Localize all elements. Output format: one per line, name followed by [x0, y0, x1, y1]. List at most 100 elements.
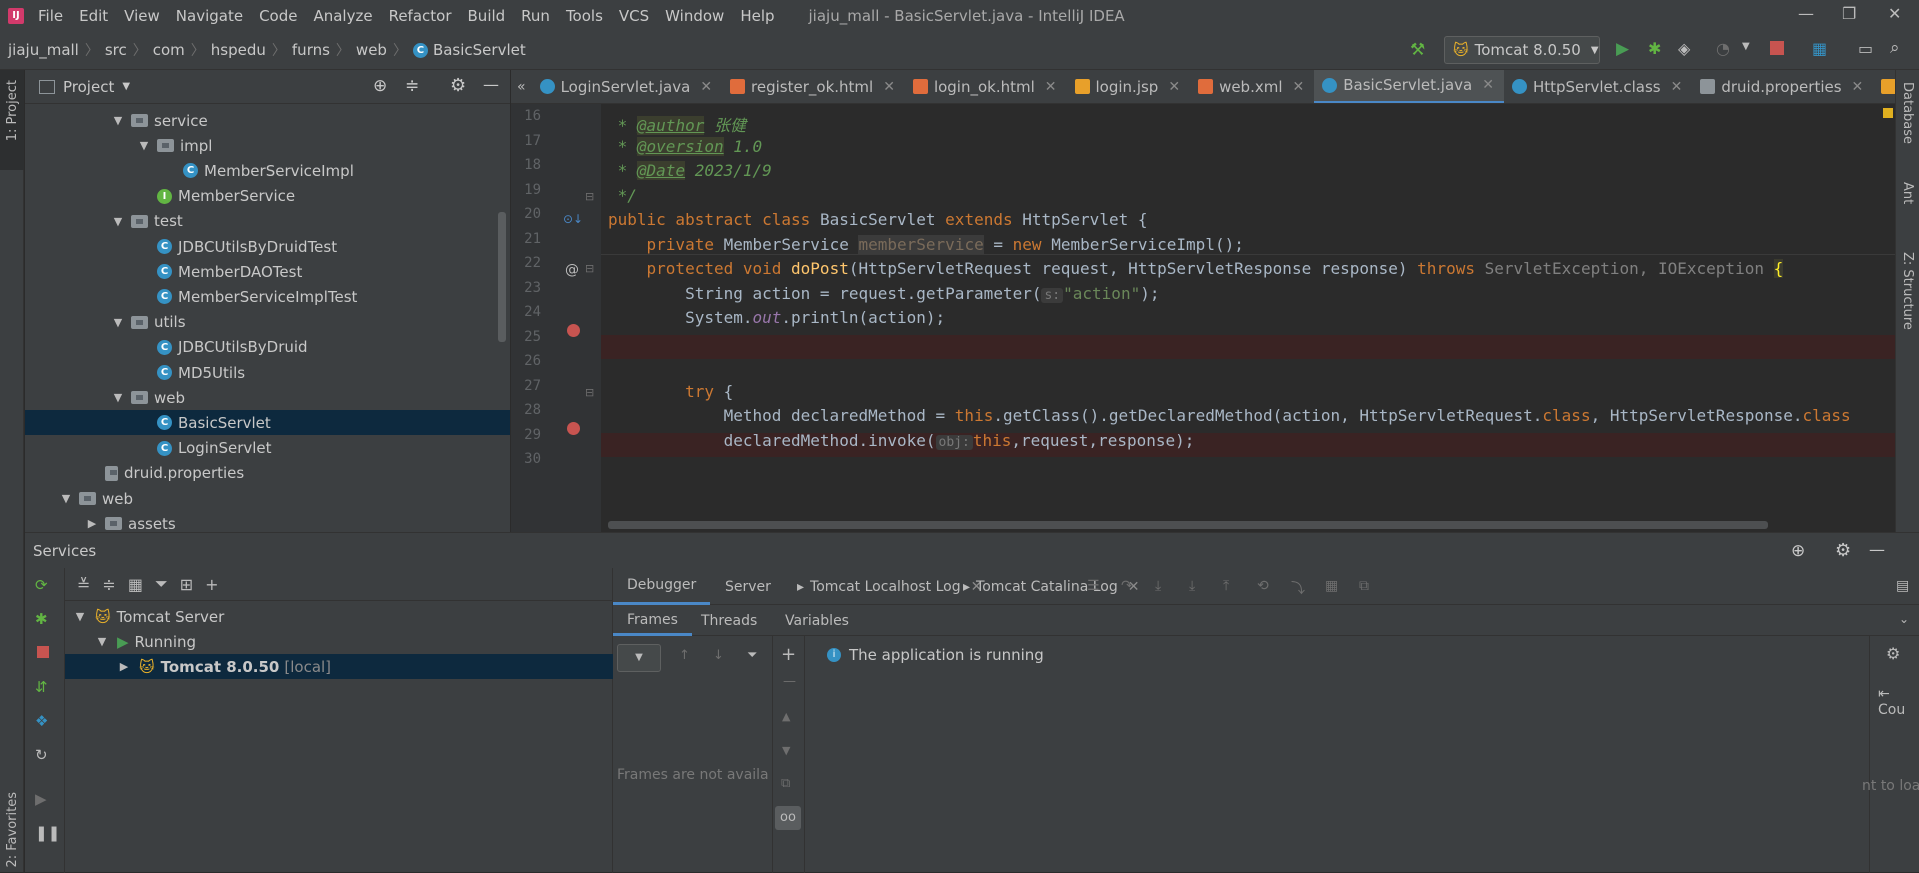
breadcrumb-item[interactable]: web	[356, 41, 387, 59]
close-tab-icon[interactable]: ✕	[1671, 79, 1683, 95]
layout-settings-icon[interactable]: ▤	[1896, 578, 1909, 594]
collapse-all-icon[interactable]: ≑	[405, 76, 419, 96]
menu-file[interactable]: File	[30, 7, 71, 25]
tree-item[interactable]: C JDBCUtilsByDruid	[25, 335, 510, 360]
down-icon[interactable]: ↓	[713, 648, 724, 663]
remove-watch-icon[interactable]: —	[783, 674, 796, 689]
artifact-icon[interactable]: ❖	[35, 712, 48, 730]
build-hammer-icon[interactable]: ⚒	[1410, 40, 1425, 60]
menu-tools[interactable]: Tools	[558, 7, 611, 25]
editor-tab[interactable]: register_ok.html ✕	[722, 70, 905, 103]
hide-icon[interactable]: —	[483, 75, 499, 94]
close-tab-icon[interactable]: ✕	[700, 79, 712, 95]
editor-tab[interactable]: HttpServlet.class ✕	[1504, 70, 1692, 103]
force-step-into-icon[interactable]: ⤓	[1189, 578, 1195, 594]
editor-tab[interactable]: druid.properties ✕	[1692, 70, 1873, 103]
tree-item[interactable]: C BasicServlet	[25, 410, 510, 436]
tree-item[interactable]: C MemberDAOTest	[25, 259, 510, 284]
close-icon[interactable]: ✕	[1888, 4, 1901, 23]
favorites-tool-button[interactable]: 2: Favorites	[5, 792, 20, 868]
menu-icon[interactable]: ☰	[1087, 578, 1100, 594]
breadcrumb-item[interactable]: jiaju_mall	[0, 41, 79, 59]
breadcrumb-item[interactable]: hspedu	[211, 41, 266, 59]
menu-window[interactable]: Window	[657, 7, 732, 25]
drop-frame-icon[interactable]: ⟲	[1257, 578, 1269, 594]
database-tool-button[interactable]: Database	[1900, 82, 1915, 144]
tabs-scroll-icon[interactable]: «	[511, 79, 532, 95]
group-icon[interactable]: ▦	[128, 575, 143, 594]
thread-select[interactable]: ▼	[617, 644, 661, 672]
tree-item[interactable]: ▼ service	[25, 108, 510, 133]
editor-tab[interactable]: BasicServlet.java ✕	[1314, 70, 1504, 103]
run-config-select[interactable]: 🐱 Tomcat 8.0.50 ▼	[1444, 36, 1600, 64]
tree-item[interactable]: druid.properties	[25, 461, 510, 486]
close-tab-icon[interactable]: ✕	[883, 79, 895, 95]
tree-item[interactable]: C LoginServlet	[25, 436, 510, 461]
move-up-icon[interactable]: ▲	[782, 710, 790, 723]
tree-item[interactable]: I MemberService	[25, 184, 510, 209]
menu-edit[interactable]: Edit	[71, 7, 116, 25]
ant-tool-button[interactable]: Ant	[1900, 182, 1915, 204]
gear-icon[interactable]: ⚙	[1835, 540, 1851, 561]
chevron-down-icon[interactable]: ▼	[122, 81, 130, 92]
chevron-down-icon[interactable]: ▼	[111, 391, 125, 404]
layout-icon[interactable]: ▭	[1858, 39, 1873, 58]
tree-item[interactable]: C MemberServiceImpl	[25, 158, 510, 183]
minimize-icon[interactable]: —	[1798, 4, 1814, 23]
chevron-down-icon[interactable]: ▼	[111, 316, 125, 329]
chevron-down-icon[interactable]: ▼	[95, 635, 109, 648]
code-area[interactable]: * @author 张健 * @oversion 1.0 * @Date 202…	[511, 104, 1895, 532]
tree-item[interactable]: ▼ test	[25, 209, 510, 234]
editor-tab[interactable]: login.jsp ✕	[1067, 70, 1191, 103]
menu-code[interactable]: Code	[251, 7, 305, 25]
chevron-down-icon[interactable]: ▼	[111, 114, 125, 127]
chevron-down-icon[interactable]: ▼	[59, 492, 73, 505]
close-tab-icon[interactable]: ✕	[1045, 79, 1057, 95]
profile-icon[interactable]: ◔	[1716, 39, 1730, 58]
threads-tab[interactable]: Threads	[687, 606, 771, 636]
filter-icon[interactable]: ⏷	[155, 574, 168, 594]
pause-icon[interactable]: ❚❚	[35, 824, 60, 842]
editor-tab[interactable]: index.js	[1873, 70, 1895, 103]
run-icon[interactable]: ▶	[1616, 39, 1629, 59]
menu-view[interactable]: View	[116, 7, 168, 25]
chevron-down-icon[interactable]: ⌄	[1899, 612, 1909, 626]
menu-vcs[interactable]: VCS	[611, 7, 657, 25]
step-over-icon[interactable]: ↷	[1121, 578, 1133, 594]
close-tab-icon[interactable]: ✕	[1482, 77, 1494, 93]
warning-stripe-icon[interactable]	[1883, 108, 1893, 118]
step-out-icon[interactable]: ⤒	[1223, 578, 1229, 594]
menu-run[interactable]: Run	[513, 7, 558, 25]
breadcrumb-item[interactable]: src	[105, 41, 127, 59]
evaluate-icon[interactable]: ▦	[1325, 578, 1338, 594]
close-tab-icon[interactable]: ✕	[1293, 79, 1305, 95]
project-tool-button[interactable]: 1: Project	[5, 80, 20, 141]
debug-icon[interactable]: ✱	[1648, 39, 1661, 58]
tree-item[interactable]: ▼ web	[25, 486, 510, 511]
chevron-down-icon[interactable]: ▼	[137, 139, 151, 152]
variables-tab[interactable]: Variables	[771, 606, 863, 636]
add-watch-icon[interactable]: +	[781, 644, 796, 665]
more-run-chevron-icon[interactable]: ▼	[1742, 41, 1750, 52]
editor-tab[interactable]: web.xml ✕	[1190, 70, 1314, 103]
editor-horizontal-scrollbar[interactable]	[608, 521, 1768, 529]
glasses-icon[interactable]: oo	[775, 806, 801, 830]
tree-item[interactable]: C JDBCUtilsByDruidTest	[25, 234, 510, 259]
coverage-icon[interactable]: ◈	[1678, 39, 1690, 58]
menu-navigate[interactable]: Navigate	[168, 7, 251, 25]
frames-tab[interactable]: Frames	[613, 606, 692, 636]
project-scrollbar[interactable]	[498, 212, 506, 342]
gear-icon[interactable]: ⚙	[1886, 644, 1900, 663]
menu-help[interactable]: Help	[732, 7, 782, 25]
resume-icon[interactable]: ▶	[35, 790, 47, 808]
breadcrumb-item[interactable]: com	[153, 41, 185, 59]
globe-icon[interactable]: ⊕	[1791, 541, 1805, 561]
filter-icon[interactable]: ⏷	[747, 648, 757, 663]
close-tab-icon[interactable]: ✕	[1852, 79, 1864, 95]
project-title[interactable]: Project	[63, 78, 114, 96]
services-tree-item[interactable]: ▶ 🐱 Tomcat 8.0.50 [local]	[65, 654, 613, 679]
debug-rerun-icon[interactable]: ✱	[35, 610, 48, 628]
services-tree-item[interactable]: ▼ ▶ Running	[65, 629, 613, 654]
project-structure-icon[interactable]: ▦	[1812, 39, 1827, 58]
move-down-icon[interactable]: ▼	[782, 744, 790, 757]
